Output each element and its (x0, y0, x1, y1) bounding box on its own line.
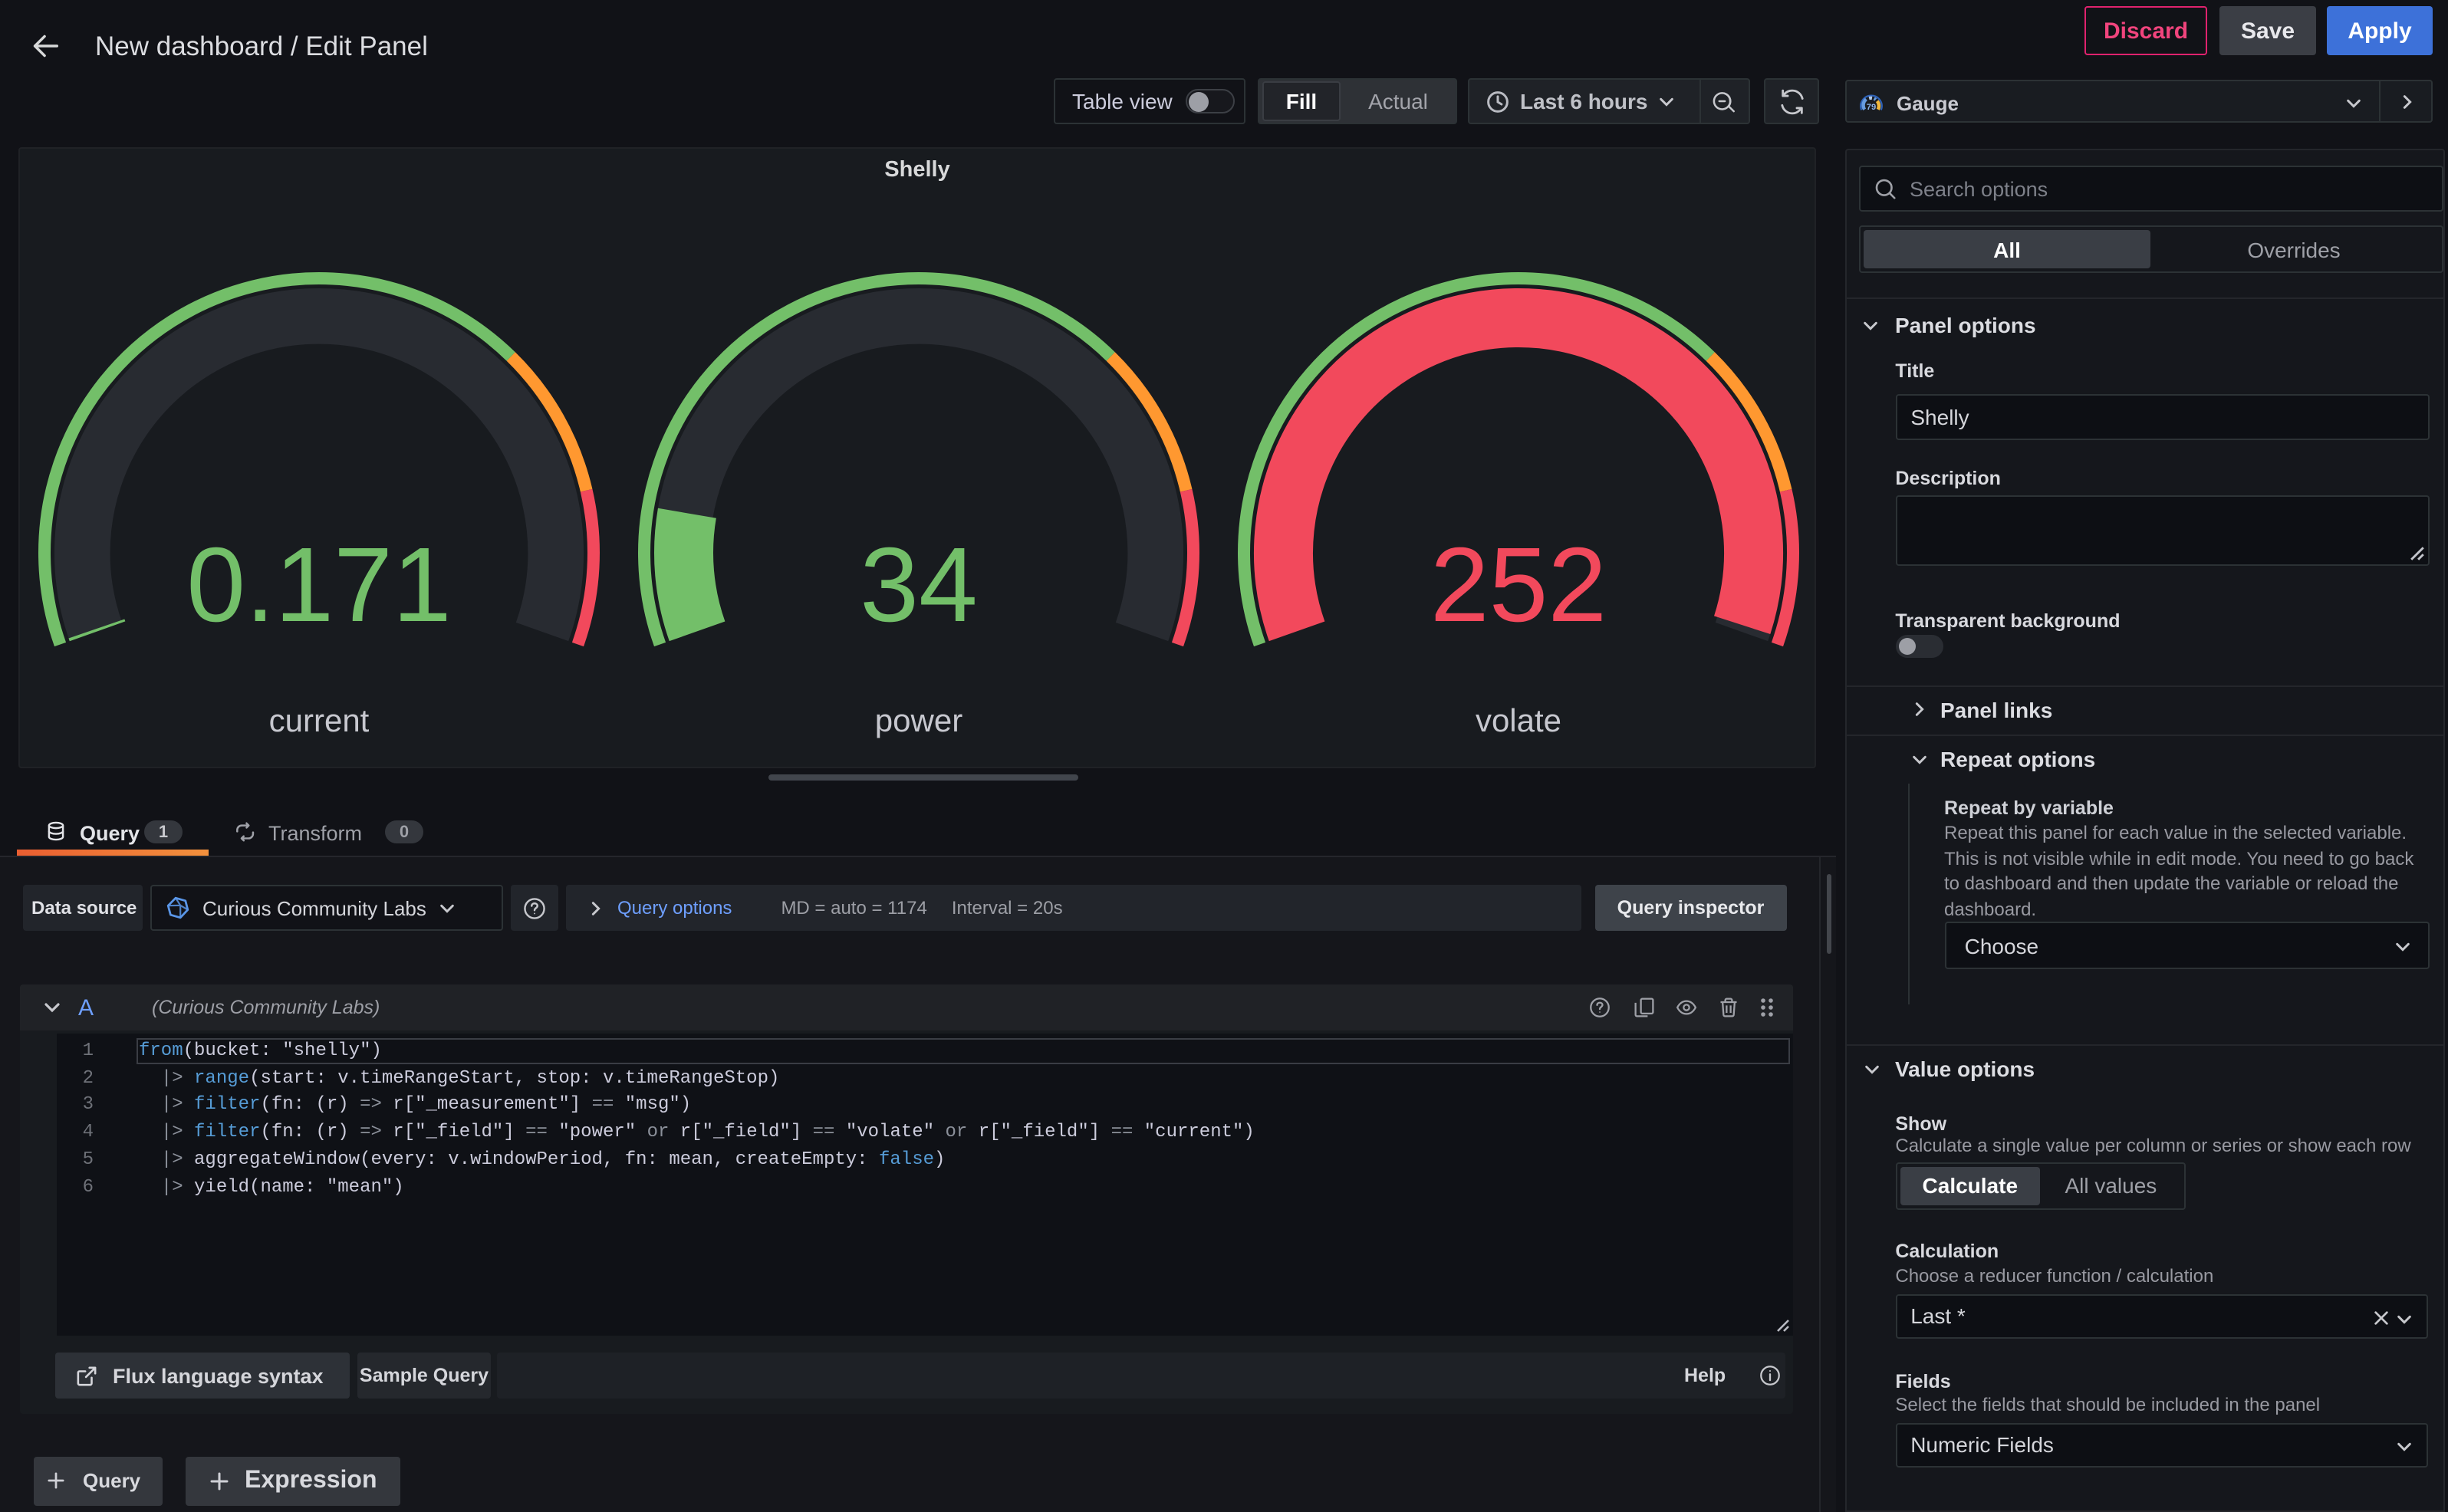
svg-text:79: 79 (1867, 103, 1876, 112)
